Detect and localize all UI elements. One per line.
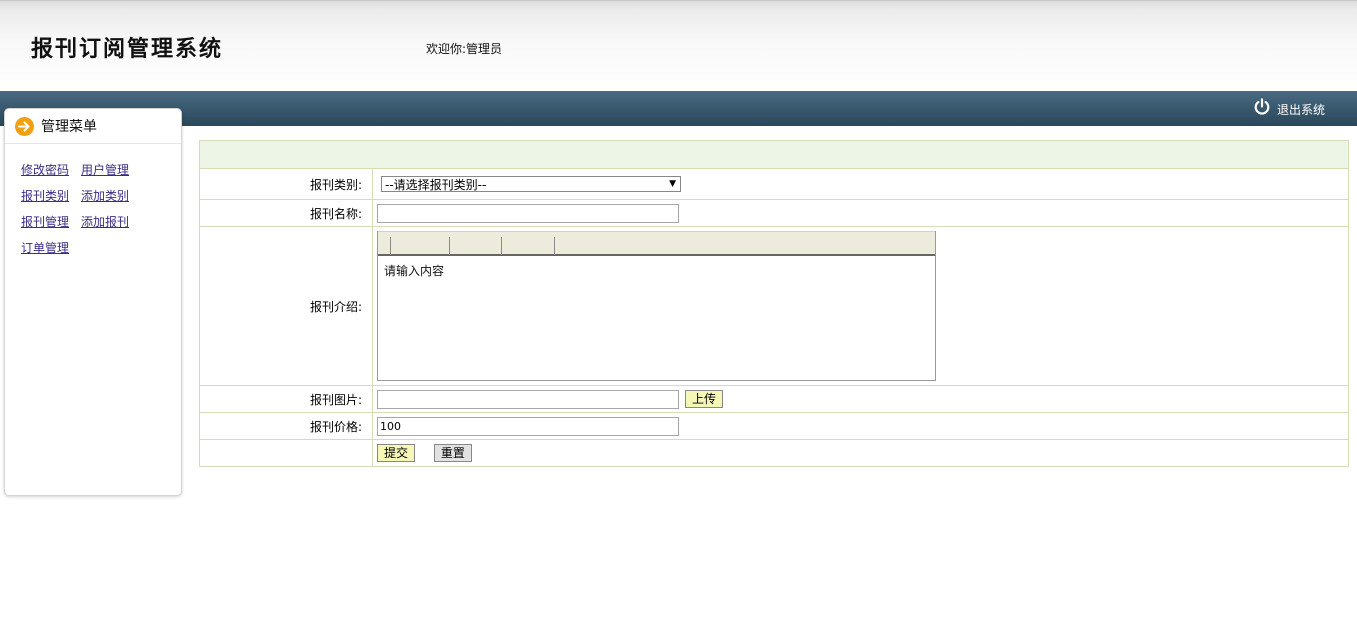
- sidebar-title: 管理菜单: [41, 119, 97, 135]
- app-title: 报刊订阅管理系统: [31, 36, 224, 62]
- category-select-value: --请选择报刊类别--: [385, 177, 487, 192]
- add-periodical-form: 报刊类别: --请选择报刊类别-- ▼ 报刊名称: 报刊介绍: 请输入内容 报刊…: [199, 140, 1349, 467]
- menu-periodical-management[interactable]: 报刊管理: [21, 215, 69, 229]
- price-input[interactable]: 100: [377, 416, 679, 436]
- menu-add-periodical[interactable]: 添加报刊: [81, 215, 129, 229]
- menu-add-category[interactable]: 添加类别: [81, 189, 129, 203]
- toolbar-group[interactable]: [391, 237, 450, 255]
- sidebar-header: 管理菜单: [5, 109, 181, 144]
- toolbar-group[interactable]: [502, 237, 555, 255]
- image-row: 报刊图片: 上传: [199, 385, 1349, 413]
- intro-label: 报刊介绍:: [199, 226, 373, 386]
- chevron-down-icon: ▼: [669, 179, 676, 189]
- category-select[interactable]: --请选择报刊类别-- ▼: [381, 176, 681, 192]
- toolbar-group[interactable]: [450, 237, 502, 255]
- logout-button[interactable]: 退出系统: [1253, 98, 1325, 118]
- editor-toolbar: [378, 231, 935, 256]
- category-label: 报刊类别:: [199, 168, 373, 200]
- header: 报刊订阅管理系统 欢迎你:管理员: [0, 0, 1357, 91]
- price-label: 报刊价格:: [199, 412, 373, 440]
- main-content: 报刊类别: --请选择报刊类别-- ▼ 报刊名称: 报刊介绍: 请输入内容 报刊…: [199, 140, 1349, 467]
- rich-text-editor: 请输入内容: [377, 231, 936, 381]
- name-row: 报刊名称:: [199, 199, 1349, 227]
- intro-row: 报刊介绍: 请输入内容: [199, 226, 1349, 386]
- menu-change-password[interactable]: 修改密码: [21, 163, 69, 177]
- power-icon: [1254, 98, 1270, 115]
- sidebar-menu: 修改密码 用户管理 报刊类别 添加类别 报刊管理 添加报刊 订单管理: [5, 144, 181, 265]
- top-bar: 退出系统: [0, 91, 1357, 126]
- image-path-input[interactable]: [377, 389, 679, 409]
- welcome-text: 欢迎你:管理员: [426, 42, 503, 56]
- sidebar: 管理菜单 修改密码 用户管理 报刊类别 添加类别 报刊管理 添加报刊 订单管理: [4, 108, 182, 496]
- price-row: 报刊价格: 100: [199, 412, 1349, 440]
- toolbar-group[interactable]: [378, 237, 391, 255]
- category-row: 报刊类别: --请选择报刊类别-- ▼: [199, 168, 1349, 200]
- submit-button[interactable]: 提交: [377, 444, 416, 462]
- actions-row: 提交 重置: [199, 439, 1349, 467]
- upload-button[interactable]: 上传: [685, 390, 724, 408]
- image-label: 报刊图片:: [199, 385, 373, 413]
- name-label: 报刊名称:: [199, 199, 373, 227]
- form-header-row: [199, 140, 1349, 169]
- logout-label: 退出系统: [1276, 102, 1325, 117]
- editor-content[interactable]: 请输入内容: [378, 256, 935, 285]
- menu-order-management[interactable]: 订单管理: [21, 241, 69, 255]
- menu-periodical-category[interactable]: 报刊类别: [21, 189, 69, 203]
- name-input[interactable]: [377, 203, 679, 223]
- menu-user-management[interactable]: 用户管理: [81, 163, 129, 177]
- reset-button[interactable]: 重置: [433, 444, 472, 462]
- arrow-right-icon: [15, 116, 34, 136]
